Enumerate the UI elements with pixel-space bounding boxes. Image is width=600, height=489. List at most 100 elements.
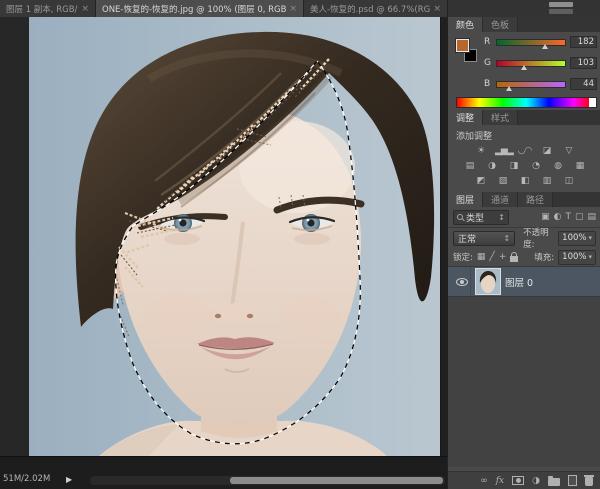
new-layer-icon[interactable]	[568, 475, 577, 486]
opacity-field[interactable]: 100% ▾	[558, 231, 596, 246]
tab-paths[interactable]: 路径	[518, 192, 553, 207]
layer-visibility-toggle[interactable]	[453, 267, 471, 296]
filter-type-layers-icon[interactable]: T	[565, 212, 571, 222]
document-tab-label: ONE-恢复的-恢复的.jpg @ 100% (图层 0, RGB/8#) *	[102, 3, 286, 15]
layer-row-selected[interactable]: 图层 0	[448, 266, 600, 297]
status-menu-arrow-icon[interactable]: ▶	[66, 475, 72, 484]
layers-empty-area	[448, 297, 600, 467]
green-slider-thumb[interactable]	[521, 65, 527, 70]
photoshop-window: 图层 1 副本, RGB/8#) * × ONE-恢复的-恢复的.jpg @ 1…	[0, 0, 600, 489]
opacity-label: 不透明度:	[523, 226, 554, 250]
color-spectrum-ramp[interactable]	[456, 97, 597, 108]
layer-filter-type-dropdown[interactable]: 类型 ↕	[453, 210, 509, 225]
layer-effects-icon[interactable]: fx	[496, 476, 504, 486]
document-tab-label: 图层 1 副本, RGB/8#) *	[6, 3, 78, 15]
spectrum-white-end[interactable]	[589, 98, 596, 107]
filter-adjustment-layers-icon[interactable]: ◐	[554, 212, 562, 222]
hue-saturation-icon[interactable]: ▤	[462, 160, 477, 172]
red-slider-thumb[interactable]	[542, 44, 548, 49]
link-layers-icon[interactable]: ∞	[480, 476, 488, 486]
document-tab-1[interactable]: 图层 1 副本, RGB/8#) * ×	[0, 0, 96, 17]
delete-layer-icon[interactable]	[585, 477, 593, 486]
posterize-icon[interactable]: ▨	[495, 175, 510, 187]
lock-label: 锁定:	[453, 251, 473, 263]
photo-filter-icon[interactable]: ◔	[528, 160, 543, 172]
new-group-icon[interactable]	[548, 478, 560, 486]
curves-icon[interactable]: ◡◠	[517, 145, 532, 157]
horizontal-scrollbar-thumb[interactable]	[230, 477, 443, 484]
channel-label-r: R	[484, 37, 492, 47]
color-panel-tabs: 颜色 色板	[448, 17, 600, 32]
status-bar: 51M/2.02M ▶	[0, 456, 447, 489]
black-white-icon[interactable]: ◨	[506, 160, 521, 172]
color-lookup-icon[interactable]: ▦	[572, 160, 587, 172]
document-tab-2-active[interactable]: ONE-恢复的-恢复的.jpg @ 100% (图层 0, RGB/8#) * …	[96, 0, 304, 17]
tab-adjustments[interactable]: 调整	[448, 110, 483, 125]
red-slider[interactable]	[496, 39, 566, 46]
blend-mode-dropdown[interactable]: 正常 ↕	[453, 231, 515, 246]
invert-icon[interactable]: ◩	[473, 175, 488, 187]
fill-field[interactable]: 100% ▾	[558, 250, 596, 265]
add-adjustment-label: 添加调整	[448, 125, 600, 142]
blue-value-field[interactable]: 44	[570, 78, 597, 90]
document-tab-3[interactable]: 美人-恢复的.psd @ 66.7%(RGB/8) ×	[304, 0, 447, 17]
green-slider[interactable]	[496, 60, 566, 67]
selective-color-icon[interactable]: ◫	[561, 175, 576, 187]
chevron-down-icon: ▾	[588, 234, 592, 242]
layers-panel-footer: ∞ fx ◑	[448, 471, 600, 489]
red-value-field[interactable]: 182	[570, 36, 597, 48]
filter-shape-layers-icon[interactable]: ▢	[575, 212, 584, 222]
chevron-down-icon: ▾	[588, 253, 592, 261]
layer-thumbnail[interactable]	[475, 268, 501, 295]
green-value-field[interactable]: 103	[570, 57, 597, 69]
vibrance-icon[interactable]: ▽	[561, 145, 576, 157]
collapse-panels-button[interactable]	[549, 9, 573, 14]
close-tab-icon[interactable]: ×	[433, 4, 441, 14]
tab-layers[interactable]: 图层	[448, 192, 483, 207]
add-layer-mask-icon[interactable]	[512, 476, 524, 485]
canvas-area[interactable]	[0, 17, 447, 456]
filter-pixel-layers-icon[interactable]: ▣	[541, 212, 550, 222]
horizontal-scrollbar-track[interactable]	[90, 476, 445, 485]
layer-name[interactable]: 图层 0	[505, 275, 533, 289]
blend-mode-value: 正常	[458, 232, 476, 245]
channel-label-g: G	[484, 58, 492, 68]
gradient-map-icon[interactable]: ▥	[539, 175, 554, 187]
stepper-icon: ↕	[498, 213, 505, 222]
panel-dock: 颜色 色板 R 182 G 103 B 4	[447, 0, 600, 489]
photo-portrait-with-selection[interactable]	[29, 17, 447, 456]
opacity-value: 100%	[562, 233, 586, 243]
adjustments-panel-tabs: 调整 样式	[448, 110, 600, 125]
lock-all-icon[interactable]	[510, 256, 518, 262]
close-tab-icon[interactable]: ×	[289, 4, 297, 14]
threshold-icon[interactable]: ◧	[517, 175, 532, 187]
stepper-icon: ↕	[503, 234, 510, 243]
color-balance-icon[interactable]: ◑	[484, 160, 499, 172]
levels-icon[interactable]: ▂▅▂	[495, 145, 510, 157]
tab-color[interactable]: 颜色	[448, 17, 483, 32]
vertical-scrollbar[interactable]	[440, 17, 447, 456]
channel-mixer-icon[interactable]: ◍	[550, 160, 565, 172]
fill-value: 100%	[562, 252, 586, 262]
tab-styles[interactable]: 样式	[483, 110, 518, 125]
document-size-indicator: 51M/2.02M	[3, 474, 50, 484]
lock-transparent-pixels-icon[interactable]: ▦	[477, 252, 486, 262]
new-adjustment-layer-icon[interactable]: ◑	[532, 476, 540, 486]
blue-slider[interactable]	[496, 81, 566, 88]
layers-panel-tabs: 图层 通道 路径	[448, 192, 600, 207]
close-tab-icon[interactable]: ×	[81, 4, 89, 14]
fill-label: 填充:	[534, 251, 554, 263]
document-tabbar: 图层 1 副本, RGB/8#) * × ONE-恢复的-恢复的.jpg @ 1…	[0, 0, 447, 17]
foreground-color-swatch[interactable]	[456, 39, 469, 52]
filter-smart-objects-icon[interactable]: ▤	[587, 212, 596, 222]
collapse-panels-button[interactable]	[549, 2, 573, 7]
exposure-icon[interactable]: ◪	[539, 145, 554, 157]
lock-position-icon[interactable]: +	[499, 252, 507, 262]
tab-swatches[interactable]: 色板	[483, 17, 518, 32]
brightness-contrast-icon[interactable]: ☀	[473, 145, 488, 157]
color-panel: 颜色 色板 R 182 G 103 B 4	[448, 17, 600, 110]
lock-image-pixels-icon[interactable]: ╱	[489, 252, 494, 262]
blue-slider-thumb[interactable]	[506, 86, 512, 91]
search-icon	[457, 214, 463, 220]
tab-channels[interactable]: 通道	[483, 192, 518, 207]
